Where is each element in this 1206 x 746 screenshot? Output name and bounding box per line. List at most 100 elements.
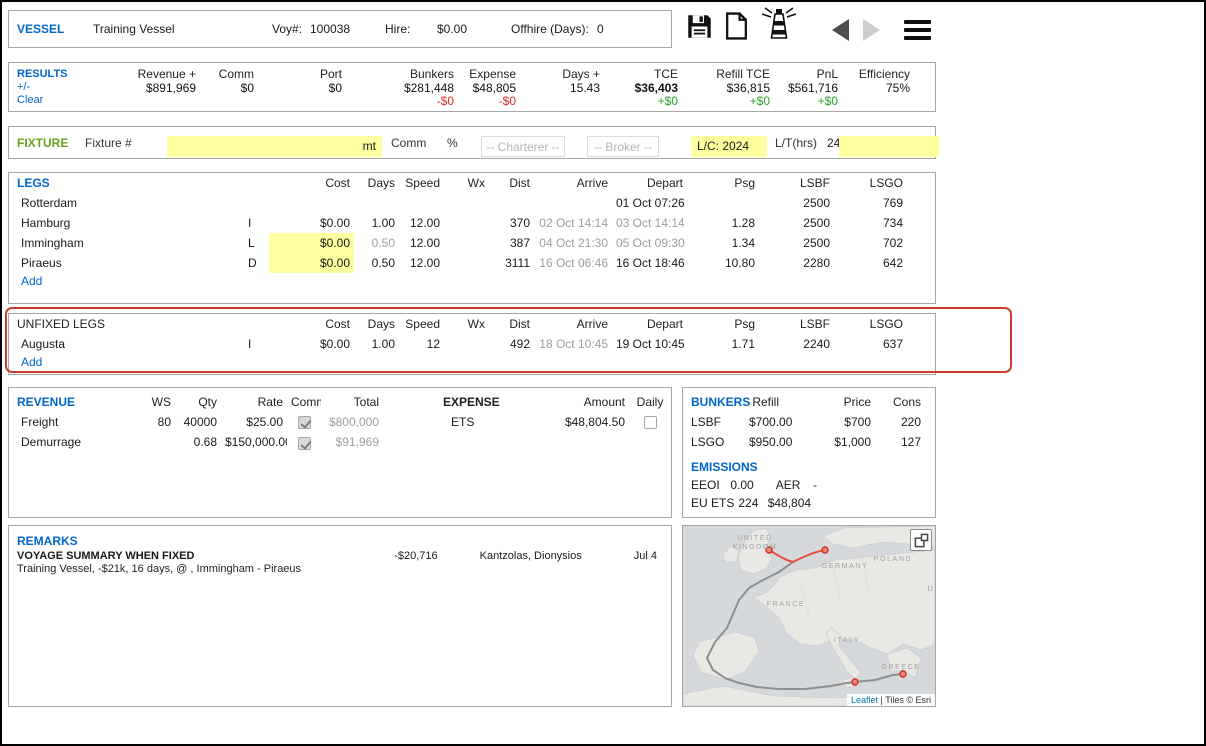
results-revenue-label[interactable]: Revenue + — [84, 68, 196, 82]
speed-header-link[interactable]: Speed — [399, 173, 444, 193]
voyage-number-value[interactable]: 100038 — [310, 22, 350, 36]
bunkers-table: BUNKERS Refill Price Cons LSBF $700.00 $… — [683, 392, 935, 452]
vessel-bar: VESSEL Training Vessel Voy#: 100038 Hire… — [8, 10, 672, 48]
aer-value: - — [813, 478, 817, 492]
results-adjust-link[interactable]: +/- — [17, 81, 84, 94]
leg-type[interactable]: D — [244, 253, 269, 273]
results-days-label[interactable]: Days + — [516, 68, 600, 82]
vessel-name[interactable]: Training Vessel — [93, 22, 175, 36]
freight-ws[interactable]: 80 — [119, 412, 175, 432]
expand-map-button[interactable] — [910, 529, 932, 551]
eeoi-label: EEOI — [691, 478, 727, 492]
map-label-france: FRANCE — [767, 601, 805, 608]
results-title: RESULTS — [17, 68, 84, 81]
lsgo-price[interactable]: $1,000 — [783, 432, 875, 452]
fixture-number-label: Fixture # — [85, 136, 132, 150]
leaflet-link[interactable]: Leaflet — [851, 695, 878, 705]
demurrage-rate[interactable]: $150,000.00 — [221, 432, 287, 452]
back-arrow-icon[interactable] — [832, 19, 849, 41]
results-panel: RESULTS +/- Clear Revenue + $891,969 Com… — [8, 62, 936, 112]
leg-port[interactable]: Augusta — [9, 334, 244, 354]
freight-comm-checkbox[interactable] — [298, 416, 311, 429]
legs-header-row: LEGS Cost Days Speed Wx Dist Arrive Depa… — [9, 173, 935, 193]
leg-type[interactable]: I — [244, 213, 269, 233]
results-col-revenue: Revenue + $891,969 — [84, 68, 196, 108]
menu-icon[interactable] — [904, 20, 931, 44]
lsbf-price[interactable]: $700 — [783, 412, 875, 432]
demurrage-qty[interactable]: 0.68 — [175, 432, 221, 452]
leg-type[interactable]: I — [244, 334, 269, 354]
map-label-greece: GREECE — [881, 664, 920, 671]
leg-cost-highlighted[interactable]: $0.00 — [269, 233, 354, 253]
add-leg-link[interactable]: Add — [9, 273, 935, 288]
add-unfixed-leg-link[interactable]: Add — [9, 354, 935, 369]
leg-row: Hamburg I $0.00 1.00 12.00 370 02 Oct 14… — [9, 213, 935, 233]
ets-amount[interactable]: $48,804.50 — [539, 412, 629, 432]
results-revenue-value: $891,969 — [84, 82, 196, 96]
results-col-expense: Expense $48,805 -$0 — [454, 68, 516, 109]
vessel-label: VESSEL — [17, 22, 64, 36]
leg-port[interactable]: Immingham — [9, 233, 244, 253]
leg-row: Immingham L $0.00 0.50 12.00 387 04 Oct … — [9, 233, 935, 253]
revenue-row-demurrage: Demurrage 0.68 $150,000.00 $91,969 — [9, 432, 671, 452]
lsbf-refill[interactable]: $700.00 — [745, 412, 783, 432]
unfixed-legs-table: UNFIXED LEGS Cost Days Speed Wx Dist Arr… — [9, 314, 935, 354]
cargo-unit-label: mt — [363, 139, 376, 153]
remarks-title: REMARKS — [17, 534, 657, 548]
map-canvas[interactable]: UNITED KINGDOM GERMANY POLAND FRANCE ITA… — [683, 526, 935, 706]
save-icon[interactable] — [686, 13, 713, 43]
new-document-icon[interactable] — [725, 12, 748, 43]
results-col-tce: TCE $36,403 +$0 — [600, 68, 678, 109]
unfixed-legs-title: UNFIXED LEGS — [9, 314, 244, 334]
emissions-title: EMISSIONS — [691, 460, 935, 474]
ets-daily-checkbox[interactable] — [644, 416, 657, 429]
voyage-summary-amount: -$20,716 — [394, 550, 437, 562]
charterer-select[interactable]: -- Charterer -- — [481, 136, 565, 157]
legs-panel: LEGS Cost Days Speed Wx Dist Arrive Depa… — [8, 172, 936, 304]
leg-type[interactable] — [244, 193, 269, 213]
broker-select[interactable]: -- Broker -- — [587, 136, 659, 157]
offhire-value[interactable]: 0 — [597, 22, 604, 36]
unfixed-legs-header-row: UNFIXED LEGS Cost Days Speed Wx Dist Arr… — [9, 314, 935, 334]
offhire-label: Offhire (Days): — [511, 22, 589, 36]
leg-port[interactable]: Piraeus — [9, 253, 244, 273]
results-clear-link[interactable]: Clear — [17, 94, 84, 107]
laycan-select[interactable]: L/C: 2024 — [691, 136, 767, 157]
lsbf-cons[interactable]: 220 — [875, 412, 925, 432]
aer-label: AER — [776, 478, 810, 492]
results-col-comm: Comm $0 — [196, 68, 254, 108]
unfixed-legs-panel: UNFIXED LEGS Cost Days Speed Wx Dist Arr… — [8, 313, 936, 375]
lsgo-refill[interactable]: $950.00 — [745, 432, 783, 452]
lighthouse-icon[interactable] — [758, 6, 800, 43]
cargo-quantity-input[interactable]: mt — [167, 136, 382, 157]
forward-arrow-icon[interactable] — [863, 19, 880, 41]
freight-rate[interactable]: $25.00 — [221, 412, 287, 432]
lsgo-cons[interactable]: 127 — [875, 432, 925, 452]
emissions-section: EMISSIONS EEOI 0.00 AER - EU ETS 224 $48… — [683, 460, 935, 510]
fixture-extra-input[interactable] — [839, 136, 939, 157]
hire-value[interactable]: $0.00 — [437, 22, 467, 36]
legs-table: LEGS Cost Days Speed Wx Dist Arrive Depa… — [9, 173, 935, 273]
demurrage-comm-checkbox[interactable] — [298, 437, 311, 450]
rate-header-link[interactable]: Rate — [221, 392, 287, 412]
revenue-table: REVENUE WS Qty Rate Comm Total EXPENSE A… — [9, 392, 671, 453]
results-col-days: Days + 15.43 — [516, 68, 600, 108]
leg-port[interactable]: Rotterdam — [9, 193, 244, 213]
leg-type[interactable]: L — [244, 233, 269, 253]
revenue-row-freight: Freight 80 40000 $25.00 $800,000 ETS $48… — [9, 412, 671, 432]
leg-port[interactable]: Hamburg — [9, 213, 244, 233]
ets-label: ETS — [439, 412, 539, 432]
weather-header-link[interactable]: Wx — [444, 173, 489, 193]
leg-cost-highlighted[interactable]: $0.00 — [269, 253, 354, 273]
voyage-summary-title: VOYAGE SUMMARY WHEN FIXED — [17, 550, 194, 562]
map-label-united: UNITED — [737, 535, 773, 542]
freight-qty[interactable]: 40000 — [175, 412, 221, 432]
bunkers-title: BUNKERS — [683, 392, 745, 412]
bunker-row-lsbf: LSBF $700.00 $700 220 — [683, 412, 935, 432]
results-col-efficiency: Efficiency 75% — [838, 68, 910, 108]
expense-title: EXPENSE — [439, 392, 539, 412]
revenue-panel: REVENUE WS Qty Rate Comm Total EXPENSE A… — [8, 387, 672, 518]
route-map[interactable]: UNITED KINGDOM GERMANY POLAND FRANCE ITA… — [682, 525, 936, 707]
map-label-italy: ITALY — [834, 637, 860, 644]
price-header-link[interactable]: Price — [783, 392, 875, 412]
